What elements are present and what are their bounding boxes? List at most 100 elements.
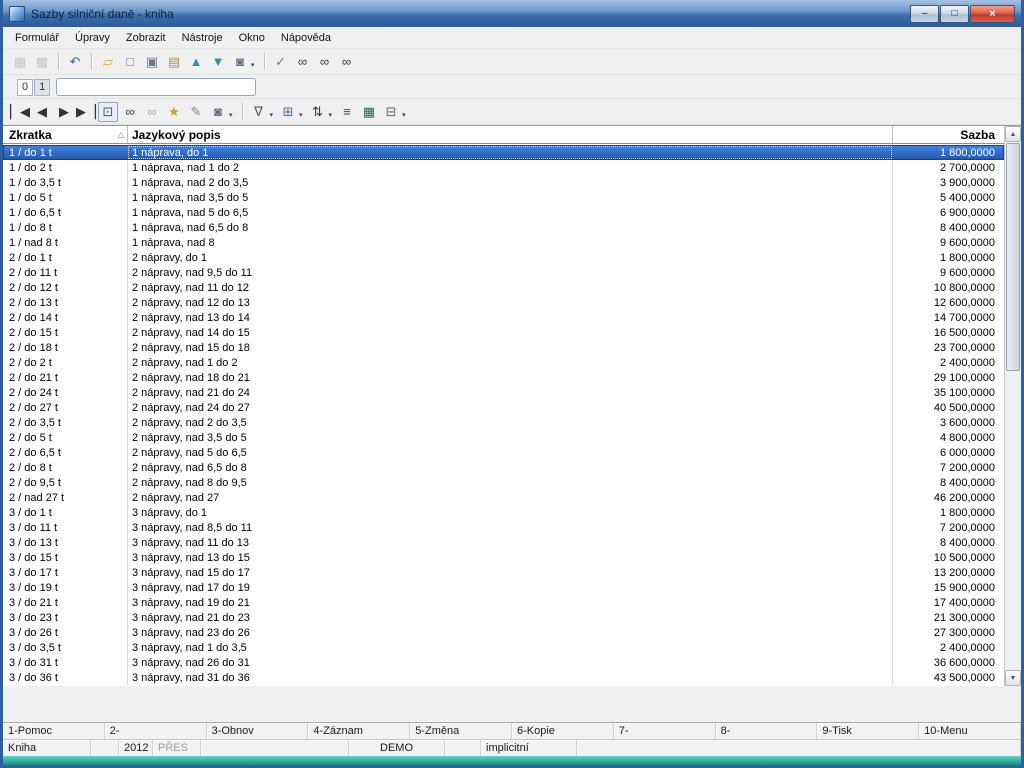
table-row[interactable]: 3 / do 31 t 3 nápravy, nad 26 do 31 36 600… — [3, 655, 1004, 670]
attachments-dropdown[interactable]: ▾ — [251, 61, 255, 69]
table-row[interactable]: 1 / do 6,5 t 1 náprava, nad 5 do 6,5 6 900… — [3, 205, 1004, 220]
filter-dropdown[interactable]: ▾ — [270, 111, 274, 119]
move-down-icon[interactable]: ▼ — [208, 52, 228, 72]
open-icon[interactable]: ▱ — [98, 52, 118, 72]
attachments-icon[interactable]: ◙ — [230, 52, 250, 72]
menu-item-nastroje[interactable]: Nástroje — [174, 29, 231, 47]
table-row[interactable]: 2 / do 5 t 2 nápravy, nad 3,5 do 5 4 800,0… — [3, 430, 1004, 445]
find-icon[interactable]: ∞ — [120, 102, 140, 122]
layout-icon[interactable]: ⊞ — [278, 102, 298, 122]
excel-export-icon[interactable]: ▦ — [359, 102, 379, 122]
table-row[interactable]: 2 / do 27 t 2 nápravy, nad 24 do 27 40 500… — [3, 400, 1004, 415]
find-next-icon[interactable]: ∞ — [315, 52, 335, 72]
close-button[interactable]: × — [970, 4, 1015, 23]
vertical-scrollbar[interactable]: ▲ ▼ — [1004, 126, 1021, 686]
record-page-tab-0[interactable]: 0 — [17, 78, 34, 96]
table-row[interactable]: 2 / do 13 t 2 nápravy, nad 12 do 13 12 600… — [3, 295, 1004, 310]
maximize-button[interactable]: □ — [940, 4, 969, 23]
move-up-icon[interactable]: ▲ — [186, 52, 206, 72]
table-row[interactable]: 3 / do 3,5 t 3 nápravy, nad 1 do 3,5 2 400… — [3, 640, 1004, 655]
filter-icon[interactable]: ∇ — [249, 102, 269, 122]
table-row[interactable]: 1 / do 8 t 1 náprava, nad 6,5 do 8 8 400,0… — [3, 220, 1004, 235]
edit-icon[interactable]: ✎ — [186, 102, 206, 122]
record-page-tab-1[interactable]: 1 — [34, 78, 51, 96]
fkey-3[interactable]: 3-Obnov — [207, 723, 309, 739]
table-row[interactable]: 2 / do 3,5 t 2 nápravy, nad 2 do 3,5 3 600… — [3, 415, 1004, 430]
table-row[interactable]: 1 / nad 8 t 1 náprava, nad 8 9 600,0000 — [3, 235, 1004, 250]
main-toolbar: ▦ ▩ ↶ ▱ □ ▣ ▤ ▲ ▼ ◙ ▾ ✓ ∞ ∞ ∞ — [3, 49, 1021, 75]
column-header-sazba[interactable]: Sazba — [893, 126, 1004, 143]
next-record-button[interactable]: ▶ — [54, 102, 74, 122]
last-record-button[interactable]: ▶▕ — [76, 102, 96, 122]
table-row[interactable]: 3 / do 19 t 3 nápravy, nad 17 do 19 15 900… — [3, 580, 1004, 595]
column-header-zkratka[interactable]: Zkratka △ — [3, 126, 127, 143]
table-row[interactable]: 1 / do 2 t 1 náprava, nad 1 do 2 2 700,000… — [3, 160, 1004, 175]
menu-item-formular[interactable]: Formulář — [7, 29, 67, 47]
table-row[interactable]: 2 / do 21 t 2 nápravy, nad 18 do 21 29 100… — [3, 370, 1004, 385]
fkey-5[interactable]: 5-Změna — [410, 723, 512, 739]
table-row[interactable]: 3 / do 15 t 3 nápravy, nad 13 do 15 10 500… — [3, 550, 1004, 565]
fkey-6[interactable]: 6-Kopie — [512, 723, 614, 739]
new-record-icon[interactable]: □ — [120, 52, 140, 72]
layout-dropdown[interactable]: ▾ — [299, 111, 303, 119]
column-header-popis[interactable]: Jazykový popis — [127, 126, 893, 143]
first-record-button[interactable]: ▏◀ — [10, 102, 30, 122]
menu-item-upravy[interactable]: Úpravy — [67, 29, 118, 47]
table-row[interactable]: 1 / do 1 t 1 náprava, do 1 1 800,0000 — [3, 145, 1004, 160]
prev-record-button[interactable]: ◀ — [32, 102, 52, 122]
table-row[interactable]: 3 / do 36 t 3 nápravy, nad 31 do 36 43 500… — [3, 670, 1004, 685]
notes-icon[interactable]: ▤ — [164, 52, 184, 72]
scroll-down-icon[interactable]: ▼ — [1005, 670, 1021, 686]
fkey-9[interactable]: 9-Tisk — [817, 723, 920, 739]
table-row[interactable]: 2 / do 11 t 2 nápravy, nad 9,5 do 11 9 600… — [3, 265, 1004, 280]
scrollbar-thumb[interactable] — [1006, 143, 1020, 371]
fkey-8[interactable]: 8- — [716, 723, 818, 739]
undo-icon[interactable]: ↶ — [65, 52, 85, 72]
table-row[interactable]: 3 / do 21 t 3 nápravy, nad 19 do 21 17 400… — [3, 595, 1004, 610]
table-row[interactable]: 2 / do 6,5 t 2 nápravy, nad 5 do 6,5 6 000… — [3, 445, 1004, 460]
bookmark-icon[interactable]: ★ — [164, 102, 184, 122]
find-global-icon[interactable]: ∞ — [337, 52, 357, 72]
fkey-7[interactable]: 7- — [614, 723, 716, 739]
menu-item-zobrazit[interactable]: Zobrazit — [118, 29, 174, 47]
table-row[interactable]: 2 / do 15 t 2 nápravy, nad 14 do 15 16 500… — [3, 325, 1004, 340]
sort-icon[interactable]: ⇅ — [308, 102, 328, 122]
quick-search-input[interactable] — [56, 77, 257, 96]
attachments-icon[interactable]: ◙ — [208, 102, 228, 122]
copy-record-icon[interactable]: ▣ — [142, 52, 162, 72]
find-icon[interactable]: ∞ — [293, 52, 313, 72]
attachments-dropdown[interactable]: ▾ — [229, 111, 233, 119]
minimize-button[interactable]: – — [910, 4, 939, 23]
table-row[interactable]: 2 / do 1 t 2 nápravy, do 1 1 800,0000 — [3, 250, 1004, 265]
fkey-4[interactable]: 4-Záznam — [308, 723, 411, 739]
column-header-zkratka-label: Zkratka — [9, 127, 52, 142]
sort-dropdown[interactable]: ▾ — [329, 111, 333, 119]
calculator-dropdown[interactable]: ▾ — [402, 111, 406, 119]
table-row[interactable]: 3 / do 23 t 3 nápravy, nad 21 do 23 21 300… — [3, 610, 1004, 625]
table-row[interactable]: 2 / do 24 t 2 nápravy, nad 21 do 24 35 100… — [3, 385, 1004, 400]
check-icon[interactable]: ✓ — [271, 52, 291, 72]
detail-view-icon[interactable]: ⊡ — [98, 101, 118, 122]
table-row[interactable]: 1 / do 3,5 t 1 náprava, nad 2 do 3,5 3 900… — [3, 175, 1004, 190]
scroll-up-icon[interactable]: ▲ — [1005, 126, 1021, 142]
table-row[interactable]: 2 / do 12 t 2 nápravy, nad 11 do 12 10 800… — [3, 280, 1004, 295]
table-row[interactable]: 2 / do 8 t 2 nápravy, nad 6,5 do 8 7 200,0… — [3, 460, 1004, 475]
menu-item-okno[interactable]: Okno — [231, 29, 273, 47]
fkey-10[interactable]: 10-Menu — [919, 723, 1021, 739]
calculator-icon[interactable]: ⊟ — [381, 102, 401, 122]
table-row[interactable]: 1 / do 5 t 1 náprava, nad 3,5 do 5 5 400,0… — [3, 190, 1004, 205]
table-row[interactable]: 3 / do 13 t 3 nápravy, nad 11 do 13 8 400,… — [3, 535, 1004, 550]
table-row[interactable]: 3 / do 1 t 3 nápravy, do 1 1 800,0000 — [3, 505, 1004, 520]
fkey-1[interactable]: 1-Pomoc — [3, 723, 105, 739]
table-row[interactable]: 2 / do 2 t 2 nápravy, nad 1 do 2 2 400,000… — [3, 355, 1004, 370]
table-row[interactable]: 2 / do 9,5 t 2 nápravy, nad 8 do 9,5 8 400… — [3, 475, 1004, 490]
table-row[interactable]: 3 / do 17 t 3 nápravy, nad 15 do 17 13 200… — [3, 565, 1004, 580]
fkey-2[interactable]: 2- — [105, 723, 207, 739]
table-row[interactable]: 3 / do 26 t 3 nápravy, nad 23 do 26 27 300… — [3, 625, 1004, 640]
table-row[interactable]: 2 / nad 27 t 2 nápravy, nad 27 46 200,0000 — [3, 490, 1004, 505]
table-row[interactable]: 3 / do 11 t 3 nápravy, nad 8,5 do 11 7 200… — [3, 520, 1004, 535]
table-row[interactable]: 2 / do 18 t 2 nápravy, nad 15 do 18 23 700… — [3, 340, 1004, 355]
table-row[interactable]: 2 / do 14 t 2 nápravy, nad 13 do 14 14 700… — [3, 310, 1004, 325]
summary-icon[interactable]: ≡ — [337, 102, 357, 122]
menu-item-napoveda[interactable]: Nápověda — [273, 29, 339, 47]
